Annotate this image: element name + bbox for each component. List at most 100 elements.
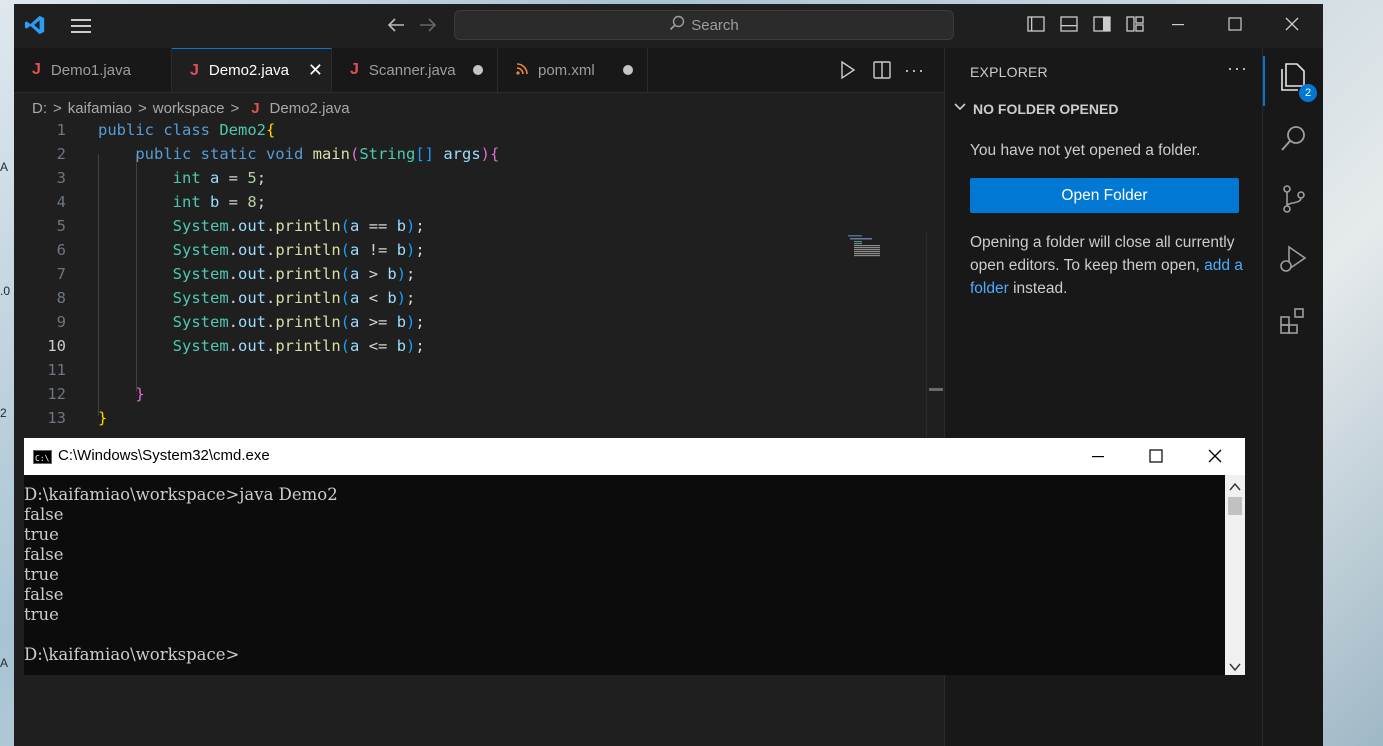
tab-demo2-java[interactable]: J Demo2.java ✕ xyxy=(172,48,332,92)
code-line: 13 } xyxy=(14,406,944,430)
breadcrumb: D: > kaifamiao > workspace > J Demo2.jav… xyxy=(32,96,350,120)
title-bar: Search xyxy=(14,4,1323,48)
tab-scanner-java[interactable]: J Scanner.java xyxy=(332,48,498,92)
console-line: false xyxy=(24,585,64,604)
customize-layout-icon[interactable] xyxy=(1125,14,1149,38)
code-line: 3 int a = 5; xyxy=(14,166,944,190)
tab-pom-xml[interactable]: pom.xml xyxy=(498,48,648,92)
cmd-title-bar[interactable]: C:\ C:\Windows\System32\cmd.exe xyxy=(24,438,1245,475)
breadcrumb-folder[interactable]: workspace xyxy=(153,100,225,117)
search-icon[interactable] xyxy=(1277,122,1311,156)
unsaved-dot-icon[interactable] xyxy=(623,65,633,75)
code-line: 2 public static void main(String[] args)… xyxy=(14,142,944,166)
code-text: System.out.println(a < b); xyxy=(172,289,416,307)
minimap[interactable] xyxy=(846,234,926,264)
maximize-icon[interactable] xyxy=(1146,446,1166,466)
line-number: 10 xyxy=(47,337,66,355)
code-line: 10 System.out.println(a <= b); xyxy=(14,334,944,358)
breadcrumb-separator: > xyxy=(53,99,62,117)
no-folder-message: You have not yet opened a folder. xyxy=(970,142,1201,159)
source-control-icon[interactable] xyxy=(1277,182,1311,216)
code-line: 6 System.out.println(a != b); xyxy=(14,238,944,262)
breadcrumb-file[interactable]: Demo2.java xyxy=(270,100,350,117)
code-line: 8 System.out.println(a < b); xyxy=(14,286,944,310)
console-line: D:\kaifamiao\workspace>java Demo2 xyxy=(24,485,338,504)
line-number: 1 xyxy=(56,121,66,139)
toggle-secondary-sidebar-icon[interactable] xyxy=(1092,14,1116,38)
run-icon[interactable] xyxy=(839,60,857,85)
editor-tab-bar: J Demo1.java J Demo2.java ✕ J Scanner.ja… xyxy=(14,48,944,93)
rss-icon xyxy=(516,62,528,79)
line-number: 13 xyxy=(47,409,66,427)
console-line: false xyxy=(24,545,64,564)
close-icon[interactable] xyxy=(1205,446,1225,466)
line-number: 4 xyxy=(56,193,66,211)
code-text: System.out.println(a <= b); xyxy=(172,337,425,355)
chevron-down-icon[interactable] xyxy=(1229,659,1241,677)
code-editor[interactable]: 1 public class Demo2{ 2 public static vo… xyxy=(14,118,944,562)
code-line: 4 int b = 8; xyxy=(14,190,944,214)
line-number: 11 xyxy=(47,361,66,379)
breadcrumb-separator: > xyxy=(230,99,240,117)
activity-bar: 2 xyxy=(1262,48,1323,746)
explorer-badge: 2 xyxy=(1299,84,1317,102)
desktop-icon-label: 2 xyxy=(0,406,7,420)
code-text: int a = 5; xyxy=(172,169,267,187)
toggle-panel-icon[interactable] xyxy=(1059,14,1083,38)
tab-label: Demo1.java xyxy=(50,61,131,79)
code-line: 11 xyxy=(14,358,944,382)
run-and-debug-icon[interactable] xyxy=(1277,242,1311,276)
extensions-icon[interactable] xyxy=(1277,304,1311,338)
cmd-console-output[interactable]: D:\kaifamiao\workspace>java Demo2 false … xyxy=(24,475,1225,675)
tab-demo1-java[interactable]: J Demo1.java xyxy=(14,48,172,92)
code-text: public class Demo2{ xyxy=(98,121,276,139)
search-label: Search xyxy=(691,16,739,34)
breadcrumb-drive[interactable]: D: xyxy=(32,100,47,117)
cmd-window: C:\ C:\Windows\System32\cmd.exe D:\kaifa… xyxy=(24,438,1245,675)
cmd-window-title: C:\Windows\System32\cmd.exe xyxy=(58,447,270,464)
minimize-icon[interactable] xyxy=(1168,14,1192,38)
code-line: 9 System.out.println(a >= b); xyxy=(14,310,944,334)
line-number: 5 xyxy=(56,217,66,235)
close-icon[interactable] xyxy=(1282,14,1306,38)
breadcrumb-folder[interactable]: kaifamiao xyxy=(68,100,132,117)
code-text: System.out.println(a == b); xyxy=(172,217,425,235)
maximize-icon[interactable] xyxy=(1225,14,1249,38)
line-number: 12 xyxy=(47,385,66,403)
back-arrow-icon[interactable] xyxy=(386,16,406,39)
command-center-search[interactable]: Search xyxy=(454,10,954,40)
code-text: } xyxy=(135,385,145,403)
tab-close-icon[interactable]: ✕ xyxy=(308,61,323,79)
code-text: int b = 8; xyxy=(172,193,267,211)
unsaved-dot-icon[interactable] xyxy=(473,65,483,75)
more-actions-icon[interactable]: ··· xyxy=(904,60,925,81)
open-folder-button[interactable]: Open Folder xyxy=(970,178,1239,213)
menu-icon[interactable] xyxy=(70,17,92,40)
vscode-logo-icon xyxy=(24,14,46,41)
code-text: System.out.println(a >= b); xyxy=(172,313,425,331)
explorer-title: EXPLORER xyxy=(970,64,1048,80)
line-number: 3 xyxy=(56,169,66,187)
more-actions-icon[interactable]: ··· xyxy=(1227,58,1248,79)
java-icon: J xyxy=(251,99,260,117)
no-folder-section-header[interactable]: NO FOLDER OPENED xyxy=(953,100,1118,117)
open-folder-note: Opening a folder will close all currentl… xyxy=(970,231,1250,300)
split-editor-icon[interactable] xyxy=(872,60,892,85)
cmd-scrollbar[interactable] xyxy=(1225,475,1245,675)
java-icon: J xyxy=(190,61,199,79)
code-line: 7 System.out.println(a > b); xyxy=(14,262,944,286)
code-text: System.out.println(a > b); xyxy=(172,265,416,283)
search-icon xyxy=(669,15,685,35)
toggle-primary-sidebar-icon[interactable] xyxy=(1026,14,1050,38)
java-icon: J xyxy=(32,61,41,78)
tab-label: Scanner.java xyxy=(368,61,456,79)
scrollbar-thumb[interactable] xyxy=(1228,497,1242,515)
minimize-icon[interactable] xyxy=(1088,446,1108,466)
line-number: 9 xyxy=(56,313,66,331)
forward-arrow-icon[interactable] xyxy=(418,16,438,39)
scrollbar-thumb[interactable] xyxy=(929,388,943,391)
note-text: Opening a folder will close all currentl… xyxy=(970,234,1235,274)
chevron-down-icon xyxy=(953,100,967,117)
chevron-up-icon[interactable] xyxy=(1229,479,1241,497)
active-indicator xyxy=(1263,56,1265,106)
